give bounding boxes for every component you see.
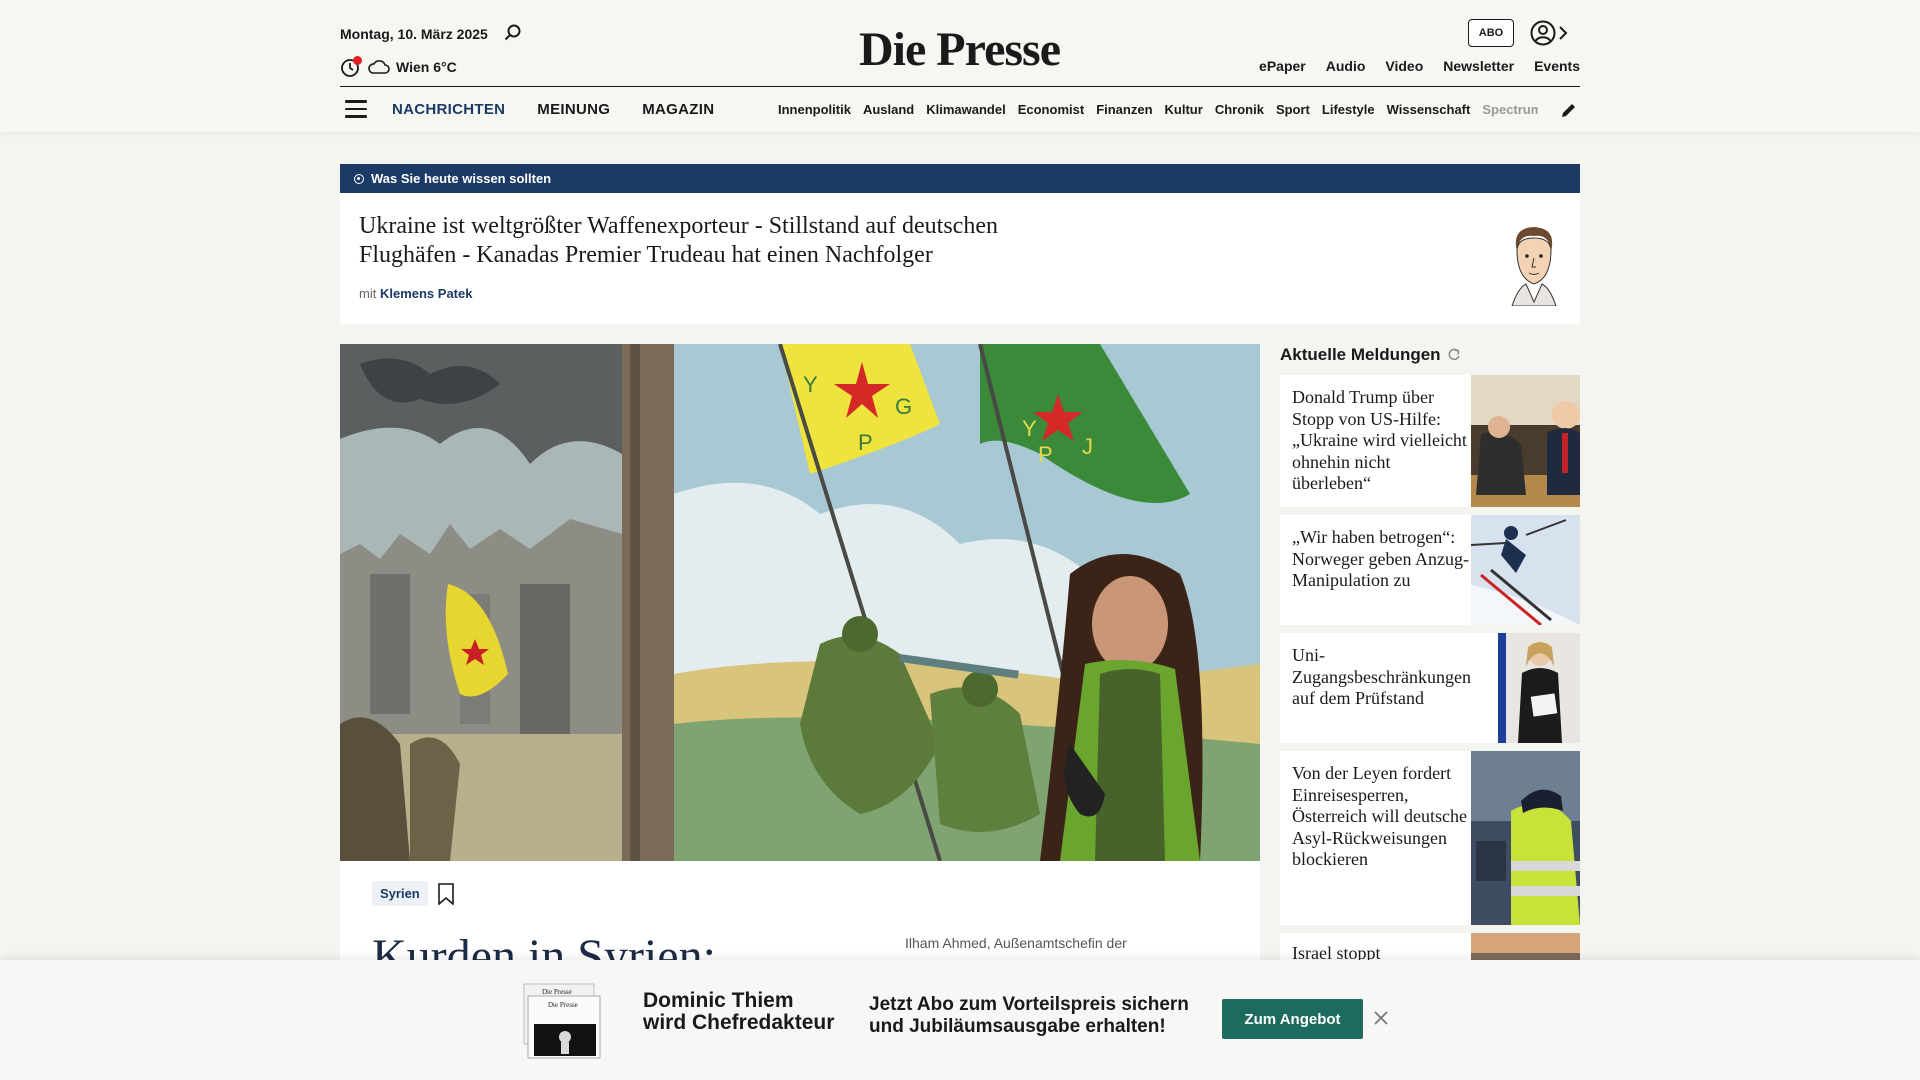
flag2-letter-j: J: [1082, 434, 1093, 459]
promo-text-line2: und Jubiläumsausgabe erhalten!: [869, 1016, 1166, 1037]
cloud-icon: [368, 60, 390, 74]
news-item[interactable]: Donald Trump über Stopp von US-Hilfe: „U…: [1280, 375, 1580, 507]
news-item-text: Von der Leyen fordert Einreisesperren, Ö…: [1292, 763, 1467, 869]
promo-name-line1: Dominic Thiem: [643, 989, 794, 1012]
weather-widget[interactable]: Wien 6°C: [340, 56, 457, 78]
subnav-chronik[interactable]: Chronik: [1215, 102, 1264, 117]
news-item[interactable]: Uni-Zugangsbeschränkungen auf dem Prüfst…: [1280, 633, 1580, 743]
clock-icon: [340, 56, 362, 78]
weather-label: Wien 6°C: [396, 59, 457, 75]
author-avatar: [1511, 227, 1557, 306]
subnav-finanzen[interactable]: Finanzen: [1096, 102, 1152, 117]
sidebar-title-label: Aktuelle Meldungen: [1280, 345, 1441, 364]
news-thumbnail: [1471, 375, 1580, 507]
sub-nav: Innenpolitik Ausland Klimawandel Economi…: [778, 102, 1538, 117]
subnav-economist[interactable]: Economist: [1018, 102, 1084, 117]
news-thumbnail: [1471, 751, 1580, 925]
subnav-innenpolitik[interactable]: Innenpolitik: [778, 102, 851, 117]
link-video[interactable]: Video: [1385, 58, 1423, 74]
nav-nachrichten[interactable]: NACHRICHTEN: [392, 101, 505, 118]
briefing-label: Was Sie heute wissen sollten: [371, 171, 552, 186]
flag2-letter-y: Y: [1022, 416, 1037, 441]
subnav-wissenschaft[interactable]: Wissenschaft: [1387, 102, 1471, 117]
site-header: Montag, 10. März 2025 Wien 6°C Die Press…: [0, 0, 1920, 132]
flag1-letter-p: P: [858, 430, 873, 455]
promo-text-line1: Jetzt Abo zum Vorteilspreis sichern: [869, 994, 1189, 1015]
main-nav: NACHRICHTEN MEINUNG MAGAZIN: [392, 101, 714, 118]
news-item[interactable]: „Wir haben betrogen“: Norweger geben Anz…: [1280, 515, 1580, 625]
nav-magazin[interactable]: MAGAZIN: [642, 101, 714, 118]
hero-article-image[interactable]: Y G P Y P J: [340, 344, 1260, 861]
bookmark-icon[interactable]: [437, 883, 455, 905]
header-inner: Montag, 10. März 2025 Wien 6°C Die Press…: [340, 0, 1580, 132]
header-divider: [340, 86, 1580, 87]
news-sidebar-title: Aktuelle Meldungen: [1280, 345, 1461, 365]
pencil-icon[interactable]: [1560, 101, 1578, 119]
promo-name-line2: wird Chefredakteur: [643, 1011, 835, 1034]
top-links: ePaper Audio Video Newsletter Events: [1259, 58, 1580, 74]
user-icon: [1530, 20, 1556, 46]
flag1-letter-g: G: [895, 394, 912, 419]
flag2-letter-p: P: [1038, 442, 1053, 467]
user-account-button[interactable]: [1530, 19, 1572, 47]
abo-button[interactable]: ABO: [1468, 19, 1514, 47]
subnav-ausland[interactable]: Ausland: [863, 102, 914, 117]
link-audio[interactable]: Audio: [1326, 58, 1366, 74]
author-name[interactable]: Klemens Patek: [380, 286, 473, 301]
site-logo[interactable]: Die Presse: [859, 22, 1061, 77]
notification-dot: [353, 56, 362, 65]
subnav-spectrum[interactable]: Spectrum: [1482, 102, 1538, 117]
close-icon[interactable]: [1373, 1010, 1389, 1026]
link-epaper[interactable]: ePaper: [1259, 58, 1306, 74]
link-events[interactable]: Events: [1534, 58, 1580, 74]
chevron-right-icon: [1559, 26, 1568, 40]
radio-icon: [354, 173, 364, 184]
flag1-letter-y: Y: [803, 372, 818, 397]
paper-logo-back: Die Presse: [542, 988, 572, 996]
author-prefix: mit: [359, 286, 377, 301]
promo-offer-text: Jetzt Abo zum Vorteilspreis sichern und …: [869, 994, 1189, 1038]
subnav-klimawandel[interactable]: Klimawandel: [926, 102, 1005, 117]
briefing-label-bar: Was Sie heute wissen sollten: [340, 164, 1580, 193]
paper-logo-front: Die Presse: [548, 1001, 578, 1009]
subnav-sport[interactable]: Sport: [1276, 102, 1310, 117]
daily-briefing-card[interactable]: Was Sie heute wissen sollten Ukraine ist…: [340, 164, 1580, 324]
subscription-promo-banner: Die Presse Die Presse Dominic Thiem wird…: [0, 960, 1920, 1080]
promo-headline: Dominic Thiem wird Chefredakteur: [643, 990, 834, 1034]
news-thumbnail: [1471, 515, 1580, 625]
hero-image-caption: Ilham Ahmed, Außenamtschefin der: [905, 935, 1127, 951]
search-icon[interactable]: [503, 23, 523, 43]
refresh-icon[interactable]: [1447, 348, 1461, 362]
nav-meinung[interactable]: MEINUNG: [537, 101, 610, 118]
menu-icon[interactable]: [345, 100, 367, 118]
briefing-author: mit Klemens Patek: [359, 286, 472, 301]
offer-button[interactable]: Zum Angebot: [1222, 999, 1363, 1039]
briefing-headline[interactable]: Ukraine ist weltgrößter Waffenexporteur …: [359, 212, 1079, 270]
news-thumbnail: [1498, 633, 1580, 743]
subnav-kultur[interactable]: Kultur: [1165, 102, 1203, 117]
category-tag[interactable]: Syrien: [372, 881, 428, 906]
news-item-text: Donald Trump über Stopp von US-Hilfe: „U…: [1292, 387, 1467, 493]
subnav-lifestyle[interactable]: Lifestyle: [1322, 102, 1375, 117]
news-item[interactable]: Von der Leyen fordert Einreisesperren, Ö…: [1280, 751, 1580, 925]
mural-illustration: Y G P Y P J: [340, 344, 1260, 861]
link-newsletter[interactable]: Newsletter: [1443, 58, 1514, 74]
current-date: Montag, 10. März 2025: [340, 26, 488, 42]
news-item-text: „Wir haben betrogen“: Norweger geben Anz…: [1292, 527, 1469, 590]
newspaper-image: Die Presse Die Presse: [523, 983, 601, 1059]
news-item-text: Uni-Zugangsbeschränkungen auf dem Prüfst…: [1292, 645, 1471, 708]
